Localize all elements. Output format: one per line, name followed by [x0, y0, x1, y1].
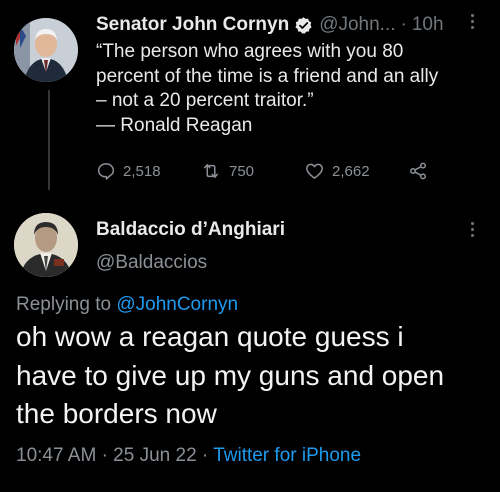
more-icon — [470, 14, 474, 29]
tweet1-time[interactable]: 10h — [412, 13, 444, 37]
tweet2-time[interactable]: 10:47 AM — [16, 445, 96, 466]
thread-line — [48, 90, 50, 190]
reply-button[interactable]: 2,518 — [96, 161, 200, 181]
avatar-image — [14, 18, 78, 82]
avatar-image — [14, 213, 78, 277]
tweet1-text-line: – not a 20 percent traitor.” — [96, 90, 314, 111]
tweet2-more-button[interactable] — [470, 222, 474, 237]
meta-separator: · — [201, 445, 209, 466]
tweet2-text-line: oh wow a reagan quote guess i — [16, 321, 404, 352]
tweet1-actions: 2,518 750 2,662 — [96, 161, 435, 181]
replying-label: Replying to — [16, 294, 112, 315]
share-button[interactable] — [408, 161, 435, 181]
tweet1-handle[interactable]: @John... — [319, 13, 395, 37]
tweet1-text-line: “The person who agrees with you 80 — [96, 41, 404, 62]
retweet-button[interactable]: 750 — [200, 161, 304, 181]
share-icon — [409, 162, 427, 180]
like-icon — [306, 163, 323, 179]
retweet-icon — [204, 164, 218, 178]
reply-count: 2,518 — [123, 162, 161, 180]
tweet2-date[interactable]: 25 Jun 22 — [113, 445, 196, 466]
reply-icon — [97, 163, 115, 180]
tweet1-separator: · — [400, 14, 407, 35]
avatar-baldaccio[interactable] — [14, 213, 78, 277]
verified-badge-icon — [294, 16, 313, 35]
tweet1-text-line: — Ronald Reagan — [96, 114, 253, 136]
tweet1-header: Senator John Cornyn @John... · 10h — [96, 13, 444, 37]
tweet2-text-line: have to give up my guns and open — [16, 359, 445, 391]
tweet2-text-line: the borders now — [16, 398, 217, 429]
tweet1-author-name[interactable]: Senator John Cornyn — [96, 13, 289, 37]
tweet2-source-link[interactable]: Twitter for iPhone — [213, 445, 361, 466]
tweet2-author-name[interactable]: Baldaccio d’Anghiari — [96, 218, 285, 242]
retweet-count: 750 — [229, 162, 255, 180]
tweet2-meta: 10:47 AM · 25 Jun 22 · Twitter for iPhon… — [16, 444, 361, 468]
tweet1-text-line: percent of the time is a friend and an a… — [96, 65, 439, 87]
more-icon — [470, 222, 474, 237]
like-button[interactable]: 2,662 — [304, 161, 408, 181]
tweet2-handle[interactable]: @Baldaccios — [96, 251, 207, 275]
avatar-john-cornyn[interactable] — [14, 18, 78, 82]
tweet1-more-button[interactable] — [470, 14, 474, 29]
replying-to: Replying to @JohnCornyn — [16, 293, 238, 317]
replying-handle-link[interactable]: @JohnCornyn — [116, 294, 238, 315]
like-count: 2,662 — [332, 162, 370, 180]
tweet1-text: “The person who agrees with you 80 perce… — [96, 40, 486, 138]
meta-separator: · — [101, 445, 108, 466]
tweet2-text: oh wow a reagan quote guess i have to gi… — [16, 318, 491, 434]
